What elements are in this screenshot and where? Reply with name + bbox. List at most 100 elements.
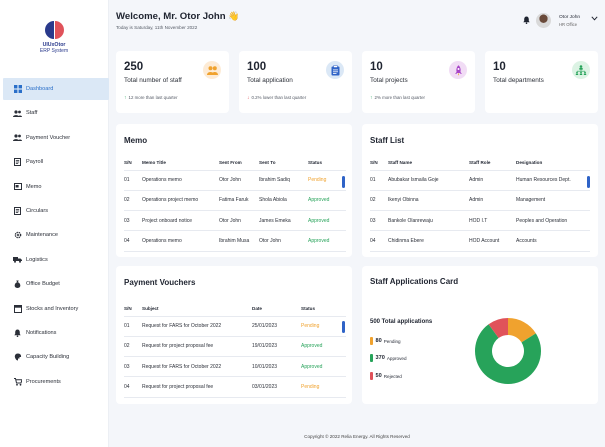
legend-value: 50 [375,373,382,379]
table-cell: Request for project proposal fee [142,376,252,398]
table-cell: Human Resources Dept. [516,170,590,191]
sidebar-item-label: Memo [26,183,42,190]
staff-scrollbar[interactable] [587,176,590,188]
table-cell: Ikenyi Obinna [388,190,469,212]
table-cell: 04 [124,230,142,252]
table-row[interactable]: 03 Project onboard notice Otor John James E… [124,210,346,232]
user-role: HR Office [559,22,578,27]
sidebar-item-memo[interactable]: Memo [3,176,109,198]
table-row[interactable]: 02 Request for project proposal fee 19/01/… [124,336,346,358]
legend-swatch [370,372,373,380]
user-avatar[interactable] [536,13,551,28]
stat-label: Total departments [493,77,544,84]
sidebar-item-label: Office Budget [26,281,60,288]
stat-card[interactable]: 250 Total number of staff ↑ 12 more than la… [116,51,229,113]
cart-icon [13,377,22,386]
brain-icon [13,353,22,362]
sidebar-item-notifications[interactable]: Notifications [3,322,109,344]
sidebar-item-stocks-and-inventory[interactable]: Stocks and Inventory [3,298,109,320]
sidebar-item-office-budget[interactable]: Office Budget [3,273,109,295]
table-cell: 04 [370,230,388,252]
sidebar-item-label: Capacity Building [26,354,70,361]
table-cell: 03/01/2023 [252,376,301,398]
logo-icon [45,21,64,39]
table-row[interactable]: 03 Bankole Olanrewaju HOD I.T Peoples and O… [370,210,590,232]
staff-applications-card: Staff Applications Card 500 Total applic… [362,266,598,404]
welcome-text: Welcome, Mr. Otor John [116,11,226,22]
stat-card[interactable]: 10 Total projects ↑ 2% more than last quart… [362,51,475,113]
stat-value: 10 [493,61,506,73]
rocket-icon [449,61,467,79]
sidebar-item-capacity-building[interactable]: Capacity Building [3,346,109,368]
column-header: Subject [142,301,252,317]
arrow-down-icon: ↓ [247,95,250,101]
table-row[interactable]: 02 Operations project memo Fatima Faruk Sho… [124,190,346,212]
column-header: Sent From [219,155,259,171]
stat-label: Total number of staff [124,77,182,84]
status-badge: Pending [301,316,346,337]
table-cell: Admin [469,190,516,212]
sidebar-item-payment-voucher[interactable]: Payment Voucher [3,127,109,149]
top-bar: Welcome, Mr. Otor John 👋 Today is Saturd… [109,0,605,38]
sidebar-item-staff[interactable]: Staff [3,102,109,124]
table-cell: Operations memo [142,230,219,252]
vouchers-table: S/N Subject Date Status 01 Request for FARS … [124,301,346,398]
stat-trend-text: 2% more than last quarter [374,95,426,100]
arrow-up-icon: ↑ [370,95,373,101]
table-cell: 02 [124,190,142,212]
vouchers-scrollbar[interactable] [342,321,345,333]
status-badge: Approved [308,190,346,212]
table-cell: Accounts [516,230,590,252]
status-badge: Approved [308,230,346,252]
table-row[interactable]: 04 Operations memo Ibrahim Musa Otor John Ap… [124,230,346,252]
table-cell: Operations project memo [142,190,219,212]
bell-icon [13,328,22,337]
table-row[interactable]: 02 Ikenyi Obinna Admin Management [370,190,590,212]
sidebar-item-procurements[interactable]: Procurements [3,371,109,393]
table-cell: Otor John [219,210,259,232]
stat-card[interactable]: 10 Total departments [485,51,598,113]
brand-logo[interactable]: UIUxOtor ERP System [38,20,70,60]
column-header: Sent To [259,155,308,171]
sidebar-item-dashboard[interactable]: Dashboard [3,78,109,100]
column-header: S/N [124,301,142,317]
legend-swatch [370,354,373,362]
memo-icon [13,182,22,191]
stat-value: 10 [370,61,383,73]
table-row[interactable]: 01 Operations memo Otor John Ibrahim Sadiq P… [124,170,346,191]
table-cell: 02 [370,190,388,212]
sidebar-item-label: Payment Voucher [26,134,71,141]
chevron-down-icon[interactable] [591,16,598,21]
stat-label: Total projects [370,77,408,84]
table-row[interactable]: 03 Request for FARS for October 2022 10/01… [124,356,346,378]
staff-list-card: Staff List S/N Staff Name Staff Role Design… [362,124,598,257]
sidebar-item-label: Dashboard [26,86,54,92]
table-row[interactable]: 04 Chidinma Ebere HOD Account Accounts [370,230,590,252]
table-row[interactable]: 01 Abubakar Ismaila Goje Admin Human Resour… [370,170,590,191]
legend-label: Approved [386,355,407,361]
table-row[interactable]: 01 Request for FARS for October 2022 25/01… [124,316,346,337]
table-cell: Abubakar Ismaila Goje [388,170,469,191]
stat-card[interactable]: 100 Total application ↓ 0.2% lower than las… [239,51,352,113]
users-icon [13,133,22,142]
stat-trend: ↑ 12 more than last quarter [124,95,178,101]
sidebar-item-maintenance[interactable]: Maintenance [3,224,109,246]
table-row[interactable]: 04 Request for project proposal fee 03/01/… [124,376,346,398]
sidebar-item-logistics[interactable]: Logistics [3,249,109,271]
stat-trend: ↑ 2% more than last quarter [370,95,425,101]
memo-card: Memo S/N Memo Title Sent From Sent To Status… [116,124,352,257]
memo-scrollbar[interactable] [342,176,345,188]
sidebar-item-label: Circulars [26,207,49,214]
table-cell: Management [516,190,590,212]
sidebar-item-label: Stocks and Inventory [26,305,79,312]
stat-trend: ↓ 0.2% lower than last quarter [247,95,306,101]
sidebar-item-circulars[interactable]: Circulars [3,200,109,222]
table-cell: Project onboard notice [142,210,219,232]
memo-title: Memo [124,136,148,145]
stat-value: 250 [124,61,144,73]
legend-item-approved: 370 Approved [370,354,407,362]
table-cell: 01 [370,170,388,191]
sidebar-item-payroll[interactable]: Payroll [3,151,109,173]
users-icon [13,109,22,118]
notification-bell-icon[interactable] [523,16,530,24]
